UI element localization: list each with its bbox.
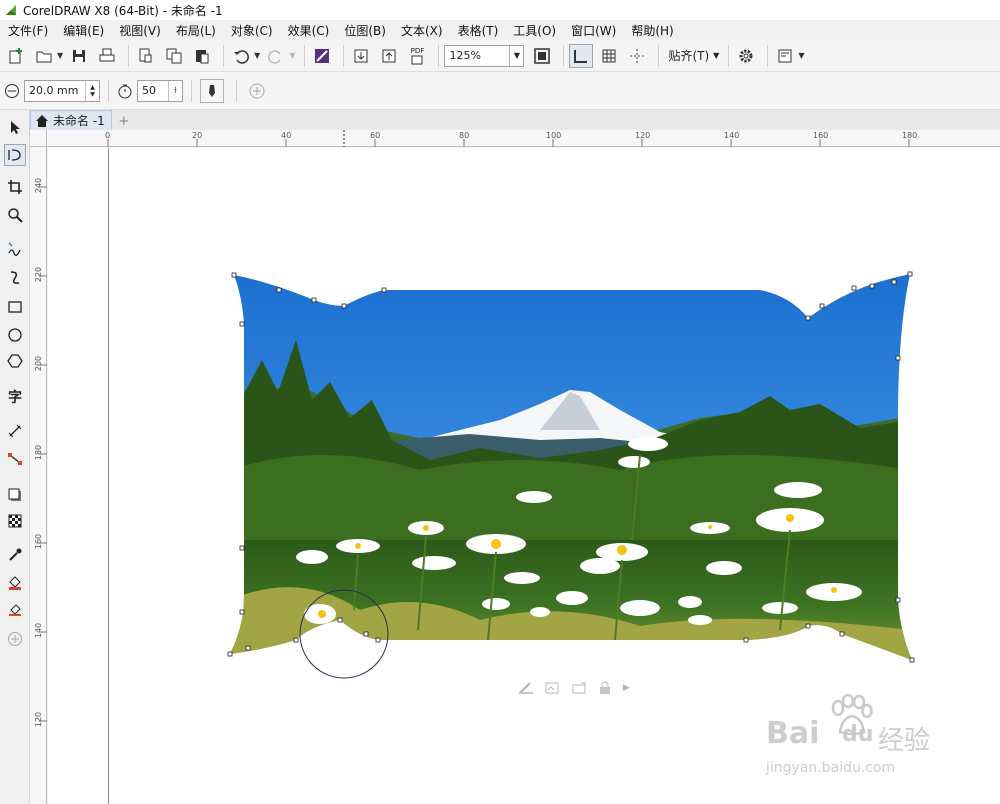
chevron-right-icon[interactable]: ▶ [623, 683, 630, 693]
watermark-brand: Bai [766, 716, 820, 751]
floating-context-toolbar: ▶ [513, 676, 635, 700]
lock-icon[interactable] [597, 681, 613, 695]
watermark-cn: 经验 [878, 726, 931, 756]
smeared-bitmap[interactable] [0, 0, 1000, 804]
watermark-url: jingyan.baidu.com [766, 760, 896, 776]
smear-brush-cursor [299, 589, 389, 679]
bitmap-icon[interactable] [544, 681, 560, 695]
crop-bitmap-icon[interactable] [571, 681, 587, 695]
baidu-watermark: Bai du 经验 jingyan.baidu.com [766, 694, 946, 784]
watermark-brand-suffix: du [842, 722, 874, 747]
edit-icon[interactable] [518, 681, 534, 695]
